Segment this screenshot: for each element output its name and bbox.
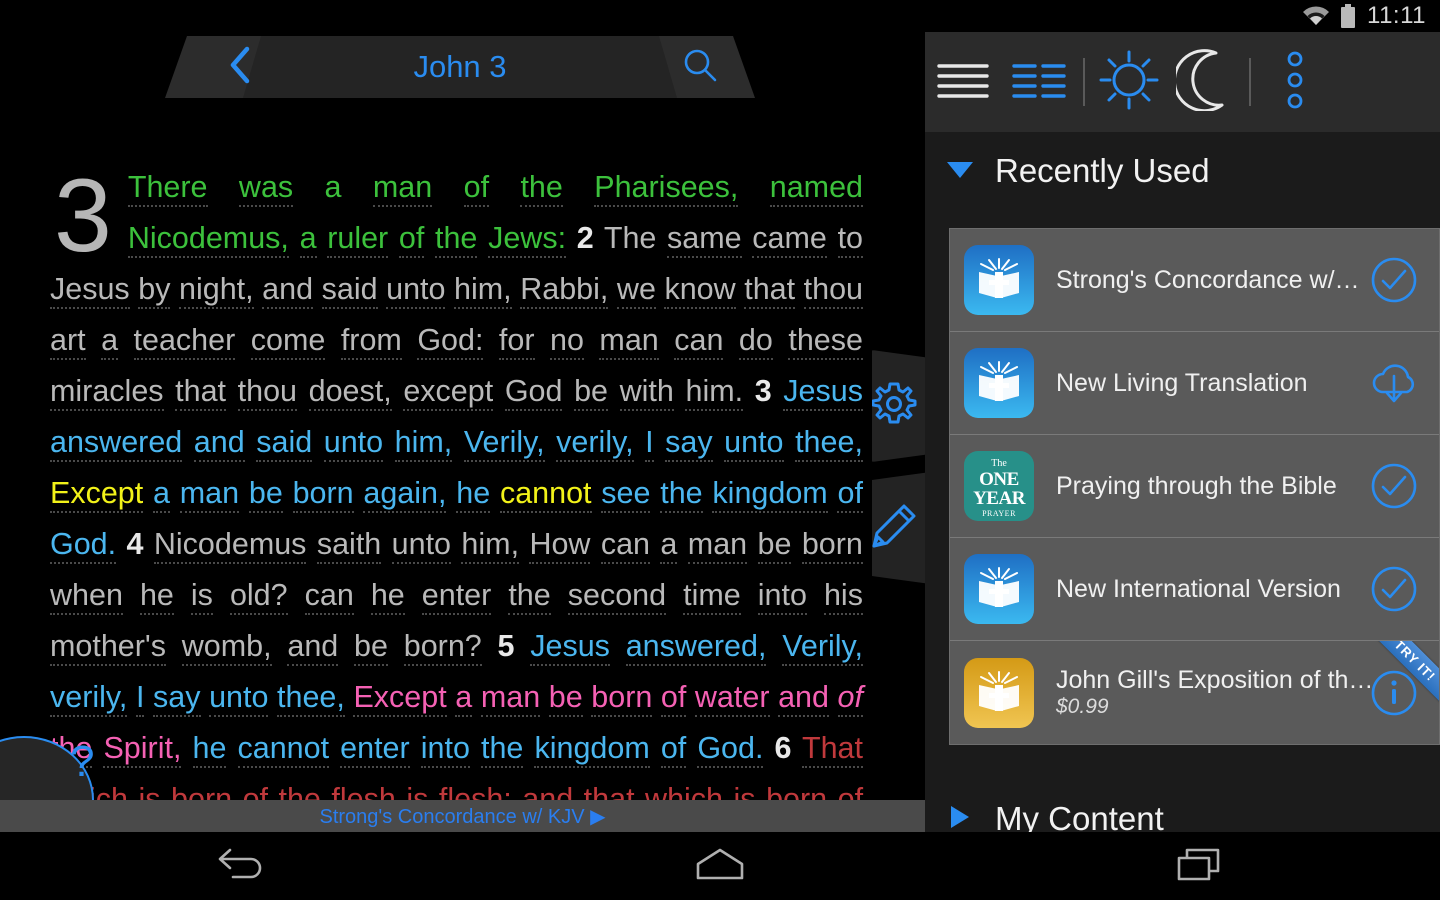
list-item-text: John Gill's Exposition of th… $0.99 — [1034, 666, 1373, 719]
check-circle-icon[interactable] — [1363, 255, 1425, 305]
resource-title: Praying through the Bible — [1056, 471, 1337, 500]
resource-list: Strong's Concordance w/… New Living Tran… — [949, 228, 1440, 745]
back-button[interactable] — [205, 36, 275, 98]
menu-icon — [935, 58, 991, 107]
toolbar-divider-1 — [1083, 58, 1085, 106]
list-item-text: Strong's Concordance w/… — [1034, 266, 1363, 295]
verse-number-2: 2 — [576, 221, 594, 255]
night-mode-button[interactable] — [1167, 32, 1243, 132]
list-item[interactable]: New International Version — [950, 538, 1439, 641]
recents-nav-icon — [1176, 845, 1224, 888]
book-icon-blue — [964, 245, 1034, 315]
home-nav-icon — [694, 847, 746, 886]
resource-title: New Living Translation — [1056, 368, 1308, 397]
chevron-left-icon — [227, 45, 253, 90]
book-icon-blue — [964, 348, 1034, 418]
verse-number-4: 4 — [126, 527, 144, 561]
active-resource-bar[interactable]: Strong's Concordance w/ KJV ▶ — [0, 800, 925, 832]
library-panel: Recently Used Strong's Concordance w/… N… — [925, 32, 1440, 858]
icon-line-1: The — [991, 458, 1007, 469]
verse-number-3: 3 — [754, 374, 772, 408]
search-icon — [681, 46, 719, 89]
scripture-text[interactable]: 3 There was a man of the Pharisees, named… — [0, 162, 925, 832]
more-options-button[interactable] — [1257, 32, 1333, 132]
icon-line-3: YEAR — [973, 488, 1025, 509]
back-nav-icon — [213, 845, 267, 888]
chapter-title[interactable]: John 3 — [285, 36, 635, 98]
icon-line-2: ONE — [979, 469, 1019, 490]
day-mode-button[interactable] — [1091, 32, 1167, 132]
recents-nav-button[interactable] — [960, 845, 1440, 888]
pencil-icon — [872, 500, 920, 557]
triangle-down-icon — [945, 158, 975, 185]
moon-icon — [1172, 48, 1234, 116]
sun-icon — [1098, 49, 1160, 116]
panel-toolbar — [925, 32, 1440, 132]
verse-number-6: 6 — [774, 731, 792, 765]
section-header-recently-used[interactable]: Recently Used — [925, 132, 1440, 210]
chapter-drop-cap: 3 — [54, 162, 112, 274]
check-circle-icon[interactable] — [1363, 461, 1425, 511]
resource-title: John Gill's Exposition of th… — [1056, 666, 1374, 694]
list-item-text: Praying through the Bible — [1034, 472, 1363, 501]
verse-number-5: 5 — [497, 629, 515, 663]
section-title: Recently Used — [995, 152, 1210, 189]
android-nav-bar — [0, 832, 1440, 900]
android-status-bar: 11:11 — [0, 0, 1440, 32]
back-nav-button[interactable] — [0, 845, 480, 888]
one-year-prayer-icon: The ONE YEAR PRAYER — [964, 451, 1034, 521]
home-nav-button[interactable] — [480, 847, 960, 886]
triangle-right-icon — [945, 804, 975, 835]
split-view-icon — [1011, 58, 1067, 107]
toolbar-divider-2 — [1249, 58, 1251, 106]
reading-pane: John 3 3 There was a man of the Pharisees… — [0, 32, 925, 832]
chapter-titlebar: John 3 — [165, 36, 755, 98]
help-label: ? — [70, 737, 95, 786]
wifi-icon — [1301, 5, 1331, 27]
menu-button[interactable] — [925, 32, 1001, 132]
list-item-text: New Living Translation — [1034, 369, 1363, 398]
book-icon-blue — [964, 554, 1034, 624]
gear-icon — [872, 378, 920, 435]
cloud-download-icon[interactable] — [1363, 360, 1425, 406]
list-item[interactable]: John Gill's Exposition of th… $0.99 TRY … — [950, 641, 1439, 744]
list-item[interactable]: The ONE YEAR PRAYER Praying through the … — [950, 435, 1439, 538]
search-button[interactable] — [665, 36, 735, 98]
battery-icon — [1340, 4, 1356, 28]
resource-price: $0.99 — [1056, 695, 1109, 718]
list-item-text: New International Version — [1034, 575, 1363, 604]
icon-line-4: PRAYER — [982, 509, 1016, 518]
split-view-button[interactable] — [1001, 32, 1077, 132]
more-vertical-icon — [1282, 49, 1308, 116]
resource-title: Strong's Concordance w/… — [1056, 265, 1360, 294]
check-circle-icon[interactable] — [1363, 564, 1425, 614]
book-icon-gold — [964, 657, 1034, 728]
resource-title: New International Version — [1056, 574, 1341, 603]
list-item[interactable]: New Living Translation — [950, 332, 1439, 435]
list-item[interactable]: Strong's Concordance w/… — [950, 229, 1439, 332]
status-bar-clock: 11:11 — [1367, 2, 1426, 29]
app-window: John 3 3 There was a man of the Pharisees… — [0, 32, 1440, 858]
